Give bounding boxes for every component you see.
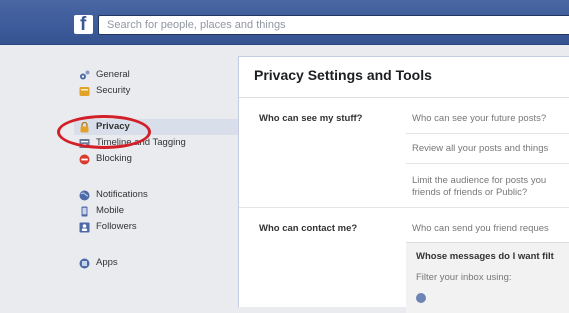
page-title: Privacy Settings and Tools bbox=[254, 67, 432, 83]
sidebar-item-general[interactable]: General bbox=[74, 67, 238, 83]
sidebar-item-label: General bbox=[96, 69, 130, 80]
sidebar-item-label: Security bbox=[96, 85, 131, 96]
apps-icon bbox=[79, 258, 90, 269]
sidebar-item-security[interactable]: Security bbox=[74, 83, 238, 99]
sidebar-item-label: Followers bbox=[96, 221, 137, 232]
facebook-logo[interactable]: f bbox=[74, 14, 93, 35]
sidebar-item-mobile[interactable]: Mobile bbox=[74, 203, 238, 219]
privacy-settings-panel: Privacy Settings and Tools Who can see m… bbox=[238, 56, 569, 313]
divider bbox=[406, 133, 569, 134]
sidebar-item-blocking[interactable]: Blocking bbox=[74, 151, 238, 167]
globe-icon bbox=[79, 190, 90, 201]
setting-row-future-posts[interactable]: Who can see your future posts? bbox=[412, 113, 546, 125]
settings-sidebar: General Security Privacy Timeline and Ta… bbox=[0, 45, 240, 300]
setting-row-review-posts[interactable]: Review all your posts and things bbox=[412, 143, 548, 155]
mobile-icon bbox=[81, 206, 88, 217]
sidebar-item-apps[interactable]: Apps bbox=[74, 255, 238, 271]
search-box[interactable] bbox=[98, 15, 569, 35]
followers-icon bbox=[79, 222, 90, 233]
divider bbox=[239, 207, 569, 208]
divider bbox=[239, 97, 569, 98]
section-label-who-can-see: Who can see my stuff? bbox=[259, 113, 363, 124]
divider bbox=[406, 163, 569, 164]
badge-icon bbox=[79, 87, 90, 96]
setting-row-limit-audience[interactable]: Limit the audience for posts you friends… bbox=[412, 175, 546, 199]
section-label-who-can-contact: Who can contact me? bbox=[259, 223, 358, 234]
setting-row-friend-requests[interactable]: Who can send you friend reques bbox=[412, 223, 549, 235]
sidebar-item-followers[interactable]: Followers bbox=[74, 219, 238, 235]
sidebar-item-label: Blocking bbox=[96, 153, 132, 164]
sidebar-item-notifications[interactable]: Notifications bbox=[74, 187, 238, 203]
sidebar-item-label: Notifications bbox=[96, 189, 148, 200]
logo-letter: f bbox=[80, 14, 87, 35]
highlight-ellipse bbox=[57, 115, 151, 149]
filter-radio-button[interactable] bbox=[416, 293, 426, 303]
message-filter-text: Filter your inbox using: bbox=[416, 272, 512, 283]
sidebar-item-label: Mobile bbox=[96, 205, 124, 216]
block-icon bbox=[79, 154, 90, 165]
message-filter-title: Whose messages do I want filt bbox=[416, 251, 554, 262]
top-navigation-bar: f bbox=[0, 0, 569, 45]
search-input[interactable] bbox=[107, 17, 547, 33]
sidebar-item-label: Apps bbox=[96, 257, 118, 268]
gear-icon bbox=[80, 70, 90, 80]
message-filter-panel: Whose messages do I want filt Filter you… bbox=[406, 242, 569, 313]
